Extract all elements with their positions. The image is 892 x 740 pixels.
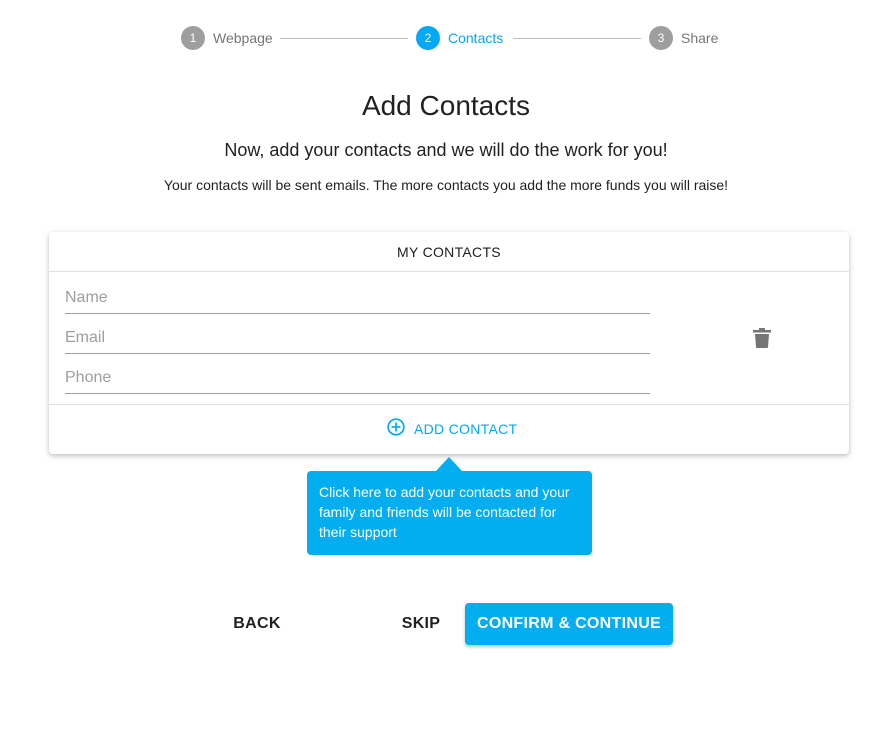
card-header: MY CONTACTS (49, 232, 849, 272)
step-label: Contacts (448, 30, 504, 46)
skip-button[interactable]: SKIP (389, 603, 453, 645)
confirm-continue-button[interactable]: CONFIRM & CONTINUE (465, 603, 673, 645)
phone-input[interactable] (65, 362, 650, 394)
page-subtitle: Now, add your contacts and we will do th… (224, 140, 668, 160)
add-contact-tooltip: Click here to add your contacts and your… (307, 471, 592, 555)
card-divider (49, 404, 849, 405)
step-connector (280, 38, 408, 39)
add-contact-button[interactable]: ADD CONTACT (387, 418, 517, 439)
step-label: Webpage (213, 30, 273, 46)
name-input[interactable] (65, 282, 650, 314)
tooltip-arrow (436, 457, 462, 471)
add-circle-outline-icon (387, 418, 414, 439)
contacts-card: MY CONTACTS ADD CONTACT (49, 232, 849, 454)
step-share[interactable]: 3 Share (649, 26, 718, 50)
step-contacts[interactable]: 2 Contacts (416, 26, 503, 50)
step-webpage[interactable]: 1 Webpage (181, 26, 273, 50)
email-input[interactable] (65, 322, 650, 354)
step-number: 1 (181, 26, 205, 50)
step-label: Share (681, 30, 719, 46)
add-contact-label: ADD CONTACT (414, 420, 518, 437)
trash-icon[interactable] (753, 328, 771, 348)
page-title: Add Contacts (361, 90, 531, 121)
step-connector (513, 38, 641, 39)
step-number: 2 (416, 26, 440, 50)
page-description: Your contacts will be sent emails. The m… (163, 177, 729, 193)
back-button[interactable]: BACK (221, 603, 293, 645)
stepper: 1 Webpage 2 Contacts 3 Share (0, 26, 892, 50)
step-number: 3 (649, 26, 673, 50)
